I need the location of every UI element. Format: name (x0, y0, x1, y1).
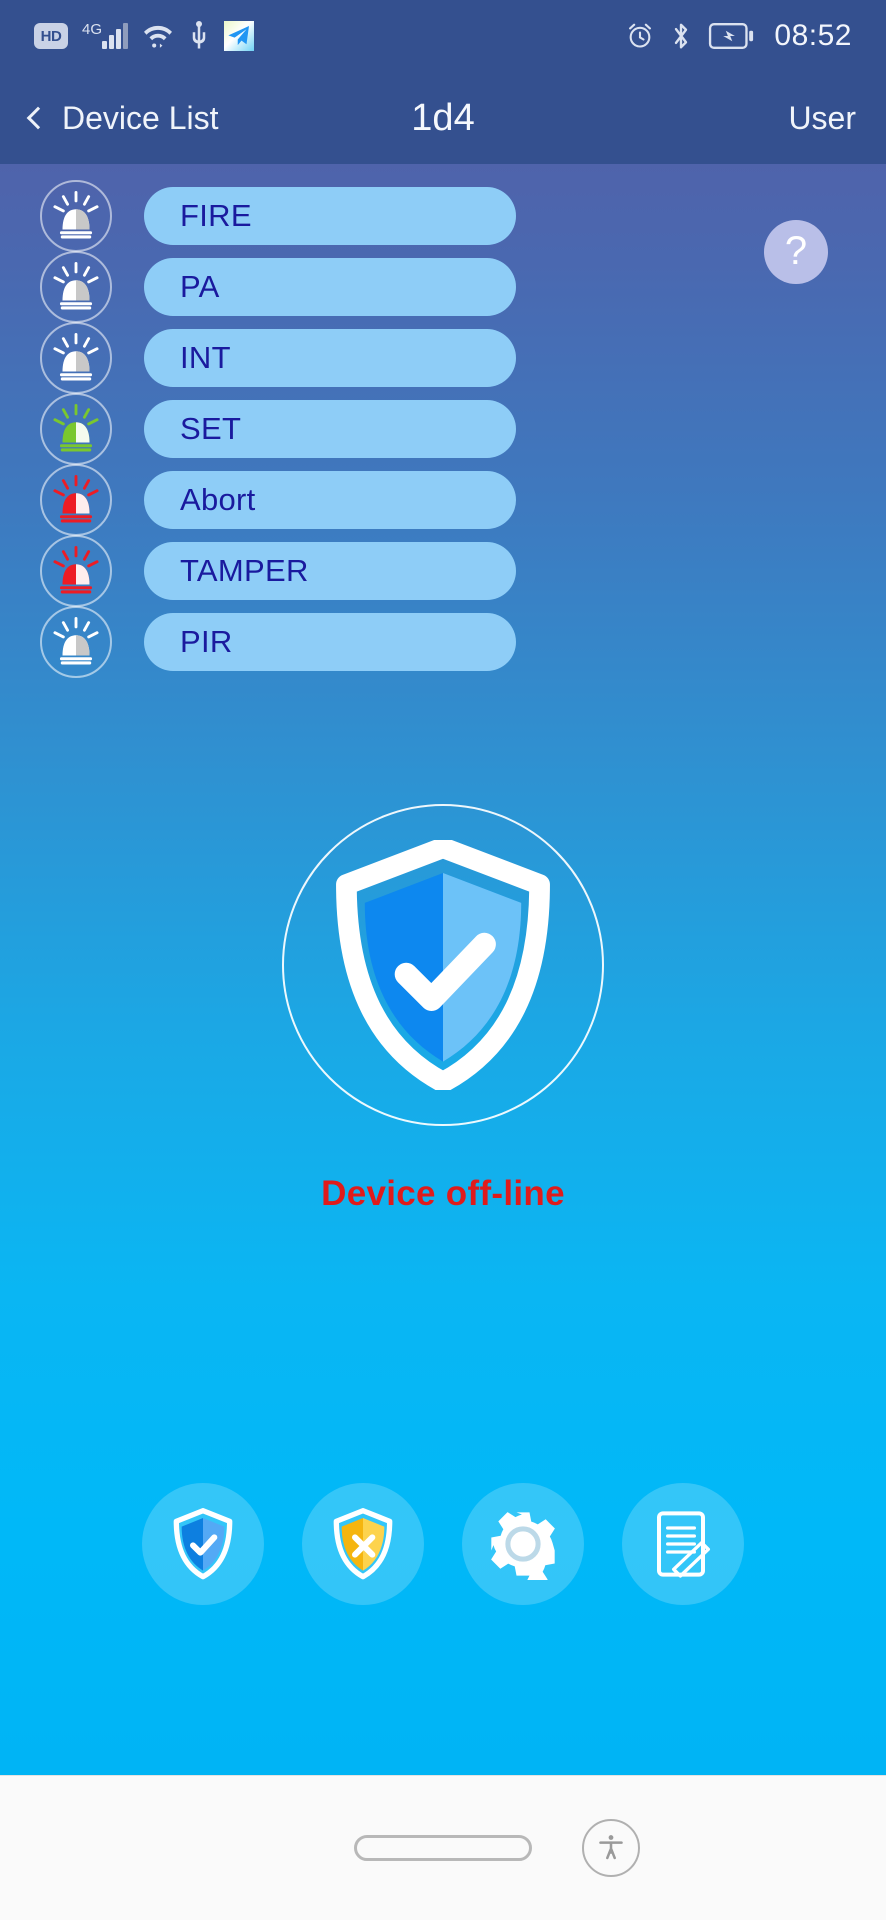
siren-indicator-set[interactable] (40, 393, 112, 465)
alarm-pill-label: TAMPER (180, 553, 309, 588)
disarm-button[interactable] (302, 1483, 424, 1605)
alarm-pill-abort[interactable]: Abort (144, 471, 516, 529)
siren-icon (53, 616, 99, 665)
signal-4g-icon: 4G (82, 21, 128, 49)
log-button[interactable] (622, 1483, 744, 1605)
action-button-bar (0, 1483, 886, 1605)
status-bar: HD 4G 08:52 (0, 0, 886, 72)
gear-icon (491, 1512, 555, 1580)
home-pill[interactable] (354, 1835, 532, 1861)
siren-icon (53, 545, 99, 594)
arm-button[interactable] (142, 1483, 264, 1605)
chevron-left-icon (26, 106, 50, 130)
telegram-icon (224, 21, 254, 51)
phone-screen: HD 4G 08:52 Device List 1d4 User ? FIRE … (0, 0, 886, 1920)
back-to-device-list-button[interactable]: Device List (26, 99, 219, 137)
status-bar-right: 08:52 (626, 19, 852, 53)
alarm-pill-label: PA (180, 269, 220, 304)
alarm-pill-label: PIR (180, 624, 233, 659)
alarm-row: Abort (0, 464, 886, 536)
alarm-row: PIR (0, 606, 886, 678)
alarm-pill-label: FIRE (180, 198, 252, 233)
alarm-pill-set[interactable]: SET (144, 400, 516, 458)
status-bar-left: HD 4G (34, 21, 254, 51)
alarm-pill-label: Abort (180, 482, 256, 517)
alarm-row: INT (0, 322, 886, 394)
siren-indicator-fire[interactable] (40, 180, 112, 252)
siren-icon (53, 190, 99, 239)
siren-indicator-tamper[interactable] (40, 535, 112, 607)
siren-icon (53, 332, 99, 381)
usb-icon (192, 21, 206, 49)
siren-indicator-int[interactable] (40, 322, 112, 394)
alarm-status-list: FIRE PA INT SET Abort TAMPER PIR (0, 164, 886, 678)
alarm-clock-icon (629, 23, 652, 48)
alarm-row: TAMPER (0, 535, 886, 607)
alarm-pill-label: SET (180, 411, 242, 446)
hd-icon: HD (34, 23, 68, 49)
alarm-row: PA (0, 251, 886, 323)
siren-indicator-abort[interactable] (40, 464, 112, 536)
shield-ring (282, 804, 604, 1126)
shield-check-icon (336, 840, 550, 1090)
siren-indicator-pa[interactable] (40, 251, 112, 323)
help-label: ? (784, 228, 808, 273)
battery-charging-icon (709, 23, 754, 49)
network-type-label: 4G (82, 21, 103, 38)
siren-indicator-pir[interactable] (40, 606, 112, 678)
alarm-pill-tamper[interactable]: TAMPER (144, 542, 516, 600)
alarm-pill-fire[interactable]: FIRE (144, 187, 516, 245)
shield-check-icon (173, 1508, 233, 1580)
alarm-row: SET (0, 393, 886, 465)
alarm-pill-int[interactable]: INT (144, 329, 516, 387)
accessibility-icon[interactable] (582, 1819, 640, 1877)
alarm-pill-pa[interactable]: PA (144, 258, 516, 316)
device-status-text: Device off-line (321, 1174, 565, 1213)
alarm-row: FIRE (0, 180, 886, 252)
system-nav-bar (0, 1775, 886, 1920)
siren-icon (53, 261, 99, 310)
bluetooth-icon (675, 23, 688, 49)
status-time: 08:52 (774, 19, 852, 52)
wifi-icon (144, 25, 172, 48)
help-button[interactable]: ? (764, 220, 828, 284)
user-button[interactable]: User (788, 100, 856, 137)
device-status-hero: Device off-line (0, 804, 886, 1214)
alarm-pill-label: INT (180, 340, 231, 375)
document-pen-icon (657, 1511, 710, 1578)
app-header: Device List 1d4 User (0, 72, 886, 164)
main-content: ? FIRE PA INT SET Abort TAMPER PIR Device off-… (0, 164, 886, 1775)
settings-button[interactable] (462, 1483, 584, 1605)
shield-cross-icon (333, 1508, 393, 1580)
siren-icon (53, 474, 99, 523)
siren-icon (53, 403, 99, 452)
alarm-pill-pir[interactable]: PIR (144, 613, 516, 671)
back-label: Device List (62, 99, 219, 136)
